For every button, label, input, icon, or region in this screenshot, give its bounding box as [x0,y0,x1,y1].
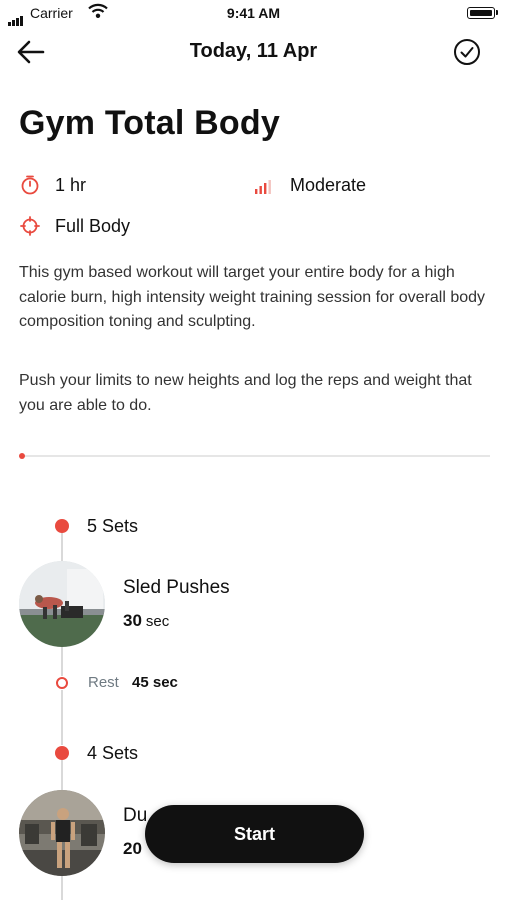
progress-track [20,455,490,457]
workout-title: Gym Total Body [19,104,280,142]
exercise-thumbnail[interactable] [19,561,105,647]
timeline-line [61,646,63,676]
exercise-value: 20 [123,839,142,858]
gym-athlete-image [19,790,105,876]
timeline-line [61,760,63,790]
rest-marker [56,677,68,689]
exercise-name[interactable]: Du [123,805,147,827]
exercise-thumbnail[interactable] [19,790,105,876]
exercise-duration: 30 sec [123,611,169,631]
clock: 9:41 AM [226,5,281,21]
exercise-unit: sec [145,613,170,630]
exercise-value: 30 [123,611,142,630]
timeline-line [61,690,63,745]
rest-value: 45 sec [132,674,178,691]
battery-icon [467,7,495,19]
nav-title: Today, 11 Apr [189,40,318,62]
status-bar: Carrier 9:41 AM [0,0,507,26]
sets-count: 5 Sets [87,516,139,536]
check-circle-icon[interactable] [453,38,481,66]
stopwatch-icon [21,175,39,195]
timeline-line [61,530,63,562]
duration-text: 1 hr [55,175,87,195]
battery-tip [496,10,498,15]
start-button[interactable]: Start [145,805,364,863]
intensity-bars-icon [255,180,271,194]
progress-marker [19,453,25,459]
focus-text: Full Body [55,216,131,236]
intensity-text: Moderate [290,175,367,195]
sled-push-image [19,561,105,647]
rest-label: Rest [88,674,119,691]
exercise-name[interactable]: Sled Pushes [123,577,230,599]
set-marker [55,746,69,760]
set-marker [55,519,69,533]
crosshair-icon [20,216,40,236]
timeline-line [61,876,63,900]
workout-description: This gym based workout will target your … [19,264,486,330]
workout-description-2: Push your limits to new heights and log … [19,372,472,414]
sets-count: 4 Sets [87,743,139,763]
